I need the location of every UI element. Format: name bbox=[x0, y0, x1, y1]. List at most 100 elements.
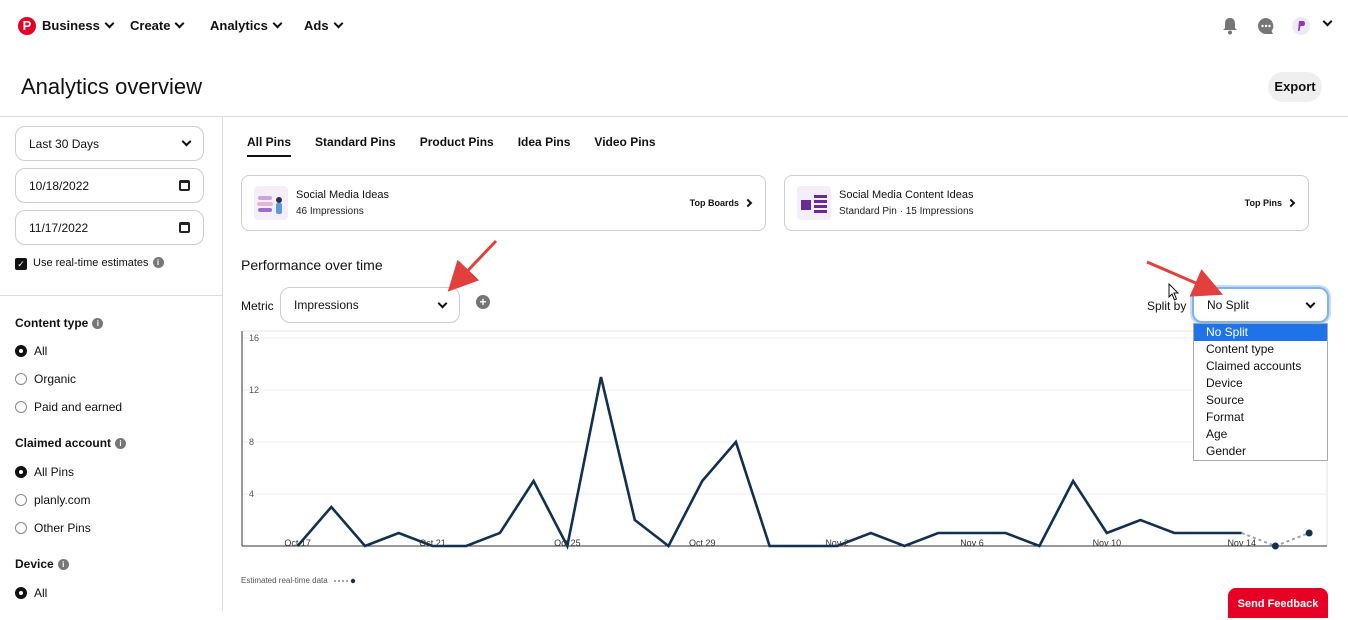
y-tick-label: 8 bbox=[249, 437, 254, 447]
pin-thumbnail bbox=[797, 186, 831, 220]
card-subtitle: Standard Pin · 15 Impressions bbox=[839, 206, 974, 217]
x-tick-label: Nov 6 bbox=[960, 538, 984, 548]
split-by-dropdown: No Split Content type Claimed accounts D… bbox=[1193, 323, 1328, 461]
radio-dot[interactable] bbox=[15, 466, 27, 478]
chart-frame bbox=[241, 330, 1328, 547]
chevron-down-icon bbox=[333, 18, 344, 29]
nav-create[interactable]: Create bbox=[130, 18, 185, 33]
page-title: Analytics overview bbox=[21, 74, 202, 99]
claimed-all-pins-radio[interactable]: All Pins bbox=[15, 465, 74, 479]
device-heading: Device i bbox=[15, 557, 69, 571]
split-option-content-type[interactable]: Content type bbox=[1194, 341, 1327, 358]
estimated-note-text: Estimated real-time data bbox=[241, 576, 328, 585]
radio-dot[interactable] bbox=[15, 522, 27, 534]
radio-label: All bbox=[34, 586, 48, 600]
radio-label: Organic bbox=[34, 372, 77, 386]
avatar[interactable] bbox=[1291, 16, 1311, 36]
realtime-checkbox[interactable]: ✓ bbox=[15, 258, 27, 270]
estimated-line-icon bbox=[333, 578, 355, 583]
calendar-icon[interactable] bbox=[179, 222, 190, 233]
split-option-gender[interactable]: Gender bbox=[1194, 443, 1327, 460]
info-icon[interactable]: i bbox=[115, 438, 127, 449]
radio-dot[interactable] bbox=[15, 373, 27, 385]
realtime-label-text: Use real-time estimates bbox=[33, 257, 149, 269]
split-option-claimed-accounts[interactable]: Claimed accounts bbox=[1194, 358, 1327, 375]
nav-business-label: Business bbox=[42, 18, 100, 33]
top-boards-link[interactable]: Top Boards bbox=[689, 198, 753, 208]
nav-analytics[interactable]: Analytics bbox=[210, 18, 283, 33]
y-tick-label: 4 bbox=[249, 489, 254, 499]
split-option-age[interactable]: Age bbox=[1194, 426, 1327, 443]
split-option-no-split[interactable]: No Split bbox=[1194, 324, 1327, 341]
x-tick-label: Nov 14 bbox=[1227, 538, 1256, 548]
radio-label: Other Pins bbox=[34, 521, 91, 535]
card-subtitle: 46 Impressions bbox=[296, 206, 364, 217]
card-title: Social Media Ideas bbox=[296, 189, 389, 201]
sidebar-divider bbox=[0, 295, 223, 296]
chevron-down-icon bbox=[181, 136, 192, 147]
content-type-all-radio[interactable]: All bbox=[15, 344, 47, 358]
info-icon[interactable]: i bbox=[152, 257, 164, 268]
chevron-down-icon bbox=[1305, 298, 1316, 308]
info-icon[interactable]: i bbox=[92, 318, 104, 329]
top-pin-card[interactable]: Social Media Content Ideas Standard Pin … bbox=[784, 175, 1309, 231]
y-tick-label: 16 bbox=[249, 333, 259, 343]
date-range-value: Last 30 Days bbox=[29, 136, 100, 151]
tab-product-pins[interactable]: Product Pins bbox=[420, 135, 494, 157]
bell-icon[interactable] bbox=[1220, 16, 1240, 36]
send-feedback-button[interactable]: Send Feedback bbox=[1228, 588, 1328, 618]
estimated-point bbox=[1305, 529, 1313, 537]
x-tick-label: Oct 29 bbox=[689, 538, 716, 548]
radio-dot[interactable] bbox=[15, 345, 27, 357]
tab-all-pins[interactable]: All Pins bbox=[247, 135, 292, 157]
tab-video-pins[interactable]: Video Pins bbox=[594, 135, 655, 157]
split-option-format[interactable]: Format bbox=[1194, 409, 1327, 426]
radio-dot[interactable] bbox=[15, 587, 27, 599]
split-option-source[interactable]: Source bbox=[1194, 392, 1327, 409]
calendar-icon[interactable] bbox=[179, 180, 190, 191]
top-board-card[interactable]: Social Media Ideas 46 Impressions Top Bo… bbox=[241, 175, 766, 231]
pin-illustration-icon bbox=[801, 195, 827, 213]
x-tick-label: Nov 2 bbox=[825, 538, 849, 548]
tab-idea-pins[interactable]: Idea Pins bbox=[518, 135, 571, 157]
claimed-other-pins-radio[interactable]: Other Pins bbox=[15, 521, 91, 535]
pinterest-logo-icon[interactable]: P bbox=[18, 17, 36, 35]
split-option-device[interactable]: Device bbox=[1194, 375, 1327, 392]
chevron-right-icon bbox=[743, 198, 753, 208]
account-chevron-down-icon[interactable] bbox=[1322, 16, 1333, 27]
content-type-paid-radio[interactable]: Paid and earned bbox=[15, 400, 122, 414]
export-button[interactable]: Export bbox=[1268, 72, 1322, 102]
x-tick-label: Nov 10 bbox=[1093, 538, 1122, 548]
nav-business[interactable]: Business bbox=[42, 18, 115, 33]
content-type-heading: Content type i bbox=[15, 316, 104, 330]
end-date-input[interactable]: 11/17/2022 bbox=[15, 210, 204, 245]
device-heading-text: Device bbox=[15, 557, 54, 571]
content-type-heading-text: Content type bbox=[15, 316, 89, 330]
date-range-select[interactable]: Last 30 Days bbox=[15, 126, 204, 161]
radio-dot[interactable] bbox=[15, 494, 27, 506]
claimed-planly-radio[interactable]: planly.com bbox=[15, 493, 90, 507]
chevron-down-icon bbox=[104, 18, 115, 29]
tab-standard-pins[interactable]: Standard Pins bbox=[315, 135, 396, 157]
start-date-input[interactable]: 10/18/2022 bbox=[15, 168, 204, 203]
messages-icon[interactable] bbox=[1256, 16, 1276, 36]
radio-dot[interactable] bbox=[15, 401, 27, 413]
split-by-select[interactable]: No Split bbox=[1192, 287, 1329, 323]
nav-create-label: Create bbox=[130, 18, 171, 33]
top-pins-link[interactable]: Top Pins bbox=[1245, 198, 1296, 208]
split-by-label: Split by bbox=[1147, 299, 1187, 313]
chevron-down-icon bbox=[175, 18, 185, 29]
top-boards-label: Top Boards bbox=[689, 198, 739, 208]
estimated-note: Estimated real-time data bbox=[241, 576, 356, 585]
content-type-organic-radio[interactable]: Organic bbox=[15, 372, 76, 386]
metric-value: Impressions bbox=[294, 298, 359, 312]
info-icon[interactable]: i bbox=[57, 559, 69, 570]
realtime-label: Use real-time estimates i bbox=[33, 257, 164, 269]
nav-ads[interactable]: Ads bbox=[304, 18, 344, 33]
metric-label: Metric bbox=[241, 299, 274, 313]
split-by-value: No Split bbox=[1207, 298, 1250, 312]
metric-select[interactable]: Impressions bbox=[280, 287, 460, 323]
add-metric-icon[interactable]: + bbox=[476, 295, 490, 309]
device-all-radio[interactable]: All bbox=[15, 586, 47, 600]
pin-type-tabs: All Pins Standard Pins Product Pins Idea… bbox=[247, 135, 656, 157]
